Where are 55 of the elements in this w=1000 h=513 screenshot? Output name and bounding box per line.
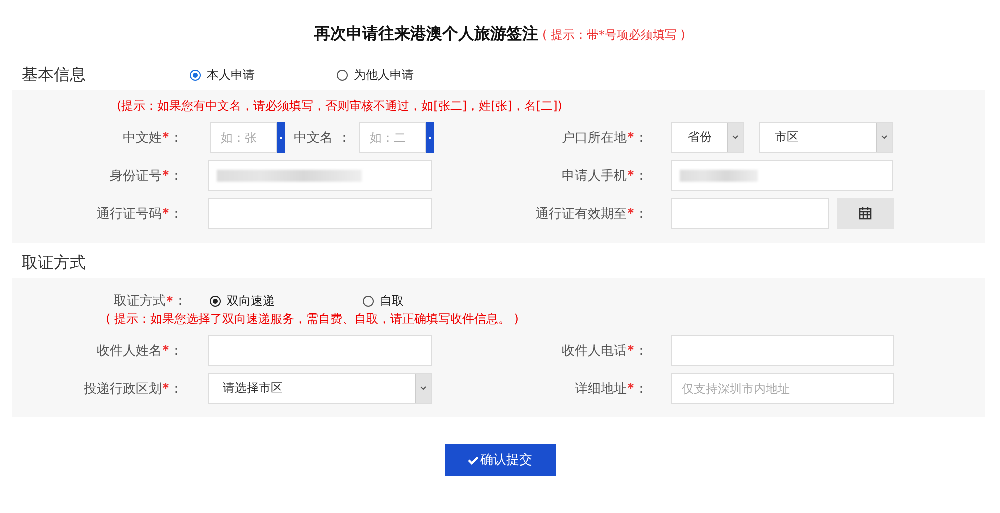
section-heading: 基本信息 [22,64,87,86]
field-label: 申请人手机 [562,168,627,184]
calendar-icon [859,207,872,220]
label-colon: ： [170,168,183,184]
radio-option[interactable]: 自取 [363,292,443,310]
text-field[interactable] [671,335,894,366]
text-field[interactable] [208,335,432,366]
caret-icon [881,135,888,140]
field-label: 通行证号码 [97,206,162,222]
given-name-field[interactable]: 如：二 [359,122,426,153]
label-colon: ： [635,206,648,222]
blurred-field[interactable] [671,160,893,191]
check-icon [468,456,478,464]
label-colon: ： [635,168,648,184]
hint-text: ( 提示：如果您选择了双向速递服务，需自费、自取，请正确填写收件信息。 ) [105,311,520,328]
label-colon: ： [170,130,183,146]
field-label: 详细地址 [575,380,627,398]
surname-field[interactable]: 如：张 [210,122,277,153]
field-label: 投递行政区划 [84,380,162,398]
side-tab[interactable] [426,122,434,153]
caret-icon [732,135,739,140]
calendar-button[interactable] [837,198,894,229]
label-colon: ： [170,380,183,398]
province-select[interactable]: 省份 [671,122,744,153]
radio-option[interactable]: 双向速递 [210,292,363,310]
text-field[interactable]: 仅支持深圳市内地址 [671,373,894,404]
text-field[interactable] [208,198,432,229]
label-colon: ： [338,130,351,146]
label-colon: ： [635,380,648,398]
radio-option[interactable]: 为他人申请 [337,66,457,84]
radio-option[interactable]: 本人申请 [190,66,337,84]
field-label: 中文姓 [123,130,162,146]
field-label: 收件人电话 [562,342,627,360]
date-field[interactable] [671,198,829,229]
caret-icon [420,386,427,391]
submit-button[interactable]: 确认提交 [444,444,556,476]
side-tab[interactable] [277,122,285,153]
label-colon: ： [174,293,187,310]
title-hint: ( 提示：带*号项必须填写 ) [542,27,686,44]
label-colon: ： [635,342,648,360]
field-label: 身份证号 [110,168,162,184]
district-select[interactable]: 请选择市区 [208,373,432,404]
field-label: 户口所在地 [562,130,627,146]
blurred-field[interactable] [208,160,432,191]
city-select[interactable]: 市区 [759,122,893,153]
field-label: 中文名 [294,130,333,146]
label-colon: ： [635,130,648,146]
field-label: 收件人姓名 [97,342,162,360]
section-heading: 取证方式 [22,252,87,274]
label-colon: ： [170,342,183,360]
field-label: 取证方式 [114,293,166,310]
page-title: 再次申请往来港澳个人旅游签注 [314,24,538,45]
hint-text: (提示：如果您有中文名，请必须填写，否则审核不通过，如[张二]，姓[张]，名[二]) [116,98,564,115]
field-label: 通行证有效期至 [536,206,627,222]
label-colon: ： [170,206,183,222]
